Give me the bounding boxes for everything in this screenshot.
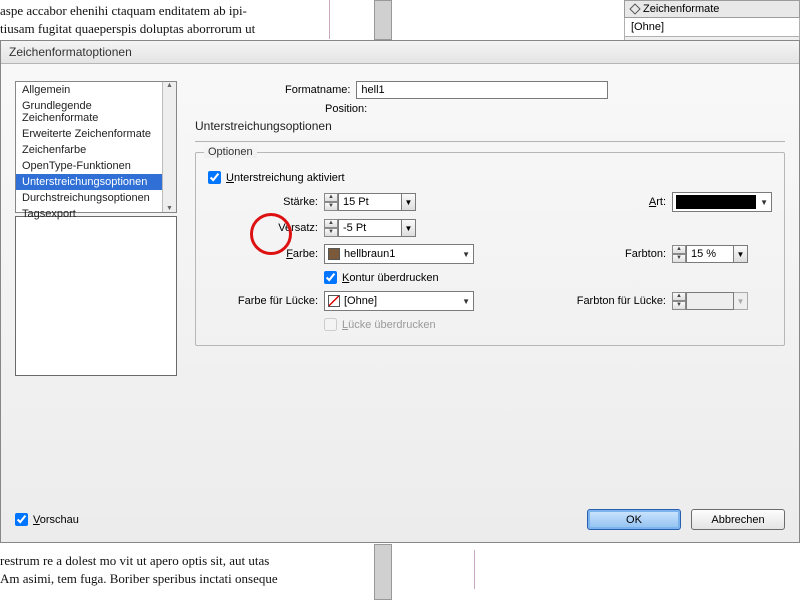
farbton-input[interactable]: [686, 245, 734, 263]
dialog-title: Zeichenformatoptionen: [1, 41, 799, 64]
luecke-ueberdrucken-row: Lücke überdrucken: [324, 318, 550, 331]
character-style-options-dialog: Zeichenformatoptionen AllgemeinGrundlege…: [0, 40, 800, 543]
position-label: Position:: [325, 103, 367, 115]
category-item[interactable]: Grundlegende Zeichenformate: [16, 98, 176, 126]
activate-underline-checkbox-row[interactable]: Unterstreichung aktiviert: [208, 171, 772, 184]
dropdown-arrow-icon[interactable]: ▼: [734, 245, 748, 263]
category-item[interactable]: Tagsexport: [16, 206, 176, 222]
farbe-value: hellbraun1: [344, 248, 395, 260]
luecke-ueberdrucken-label: ücke überdrucken: [348, 319, 435, 331]
spin-down-icon: ▼: [672, 301, 686, 310]
spin-up-icon: ▲: [672, 292, 686, 301]
farbe-key: F: [286, 248, 293, 260]
vorschau-checkbox-row[interactable]: Vorschau: [15, 513, 79, 526]
category-list[interactable]: AllgemeinGrundlegende ZeichenformateErwe…: [15, 81, 177, 213]
activate-underline-checkbox[interactable]: [208, 171, 221, 184]
activate-key: U: [226, 172, 234, 184]
ok-button[interactable]: OK: [587, 509, 681, 530]
divider: [195, 141, 785, 142]
formatname-input[interactable]: [356, 81, 608, 99]
vertical-ruler-bottom: [374, 544, 392, 600]
category-item[interactable]: Unterstreichungsoptionen: [16, 174, 176, 190]
farbton-label: Farbton:: [556, 248, 666, 260]
kontur-checkbox-row[interactable]: Kontur überdrucken: [324, 271, 550, 284]
activate-label: nterstreichung aktiviert: [234, 172, 345, 184]
farbe-label: arbe:: [293, 248, 318, 260]
staerke-field[interactable]: ▲▼ ▼: [324, 193, 474, 211]
versatz-input[interactable]: [338, 219, 402, 237]
category-item[interactable]: OpenType-Funktionen: [16, 158, 176, 174]
vorschau-checkbox[interactable]: [15, 513, 28, 526]
versatz-label: Versatz:: [208, 222, 318, 234]
luecke-farbton-input: [686, 292, 734, 310]
dropdown-arrow-icon[interactable]: ▼: [402, 219, 416, 237]
stroke-style-swatch: [676, 195, 756, 209]
luecke-farbton-field: ▲▼ ▼: [672, 292, 772, 310]
cancel-button[interactable]: Abbrechen: [691, 509, 785, 530]
dropdown-arrow-icon: ▼: [734, 292, 748, 310]
category-item[interactable]: Zeichenfarbe: [16, 142, 176, 158]
art-combo[interactable]: ▼: [672, 192, 772, 212]
luecke-farbton-label: Farbton für Lücke:: [556, 295, 666, 307]
chevron-down-icon: ▼: [760, 198, 768, 207]
kontur-checkbox[interactable]: [324, 271, 337, 284]
style-none-row[interactable]: [Ohne]: [624, 18, 800, 37]
kontur-label: ontur überdrucken: [349, 272, 438, 284]
vorschau-key: V: [33, 514, 40, 526]
chevron-down-icon: ▼: [462, 297, 470, 306]
farbe-combo[interactable]: hellbraun1 ▼: [324, 244, 474, 264]
document-text-top: aspe accabor ehenihi ctaquam enditatem a…: [0, 0, 330, 39]
luecke-farbe-combo[interactable]: [Ohne] ▼: [324, 291, 474, 311]
category-item[interactable]: Allgemein: [16, 82, 176, 98]
none-swatch-icon: [328, 295, 340, 307]
luecke-farbe-value: [Ohne]: [344, 295, 377, 307]
category-item[interactable]: Erweiterte Zeichenformate: [16, 126, 176, 142]
dropdown-arrow-icon[interactable]: ▼: [402, 193, 416, 211]
staerke-input[interactable]: [338, 193, 402, 211]
staerke-label: Stärke:: [208, 196, 318, 208]
luecke-ueberdrucken-checkbox: [324, 318, 337, 331]
color-swatch-icon: [328, 248, 340, 260]
preview-box: [15, 216, 177, 376]
fieldset-legend: Optionen: [204, 146, 257, 158]
document-text-bottom: restrum re a dolest mo vit ut apero opti…: [0, 550, 475, 589]
options-fieldset: Optionen Unterstreichung aktiviert Stärk…: [195, 152, 785, 346]
formatname-label: Formatname:: [285, 84, 350, 96]
vorschau-label: orschau: [40, 514, 79, 526]
diamond-icon: [629, 3, 640, 14]
spin-down-icon[interactable]: ▼: [324, 228, 338, 237]
spin-down-icon[interactable]: ▼: [324, 202, 338, 211]
category-item[interactable]: Durchstreichungsoptionen: [16, 190, 176, 206]
spin-up-icon[interactable]: ▲: [324, 219, 338, 228]
spin-up-icon[interactable]: ▲: [672, 245, 686, 254]
spin-down-icon[interactable]: ▼: [672, 254, 686, 263]
scrollbar[interactable]: [162, 82, 176, 212]
farbton-field[interactable]: ▲▼ ▼: [672, 245, 772, 263]
section-heading: Unterstreichungsoptionen: [195, 119, 785, 133]
art-label: rt:: [656, 196, 666, 208]
spin-up-icon[interactable]: ▲: [324, 193, 338, 202]
panel-title: Zeichenformate: [643, 3, 719, 15]
versatz-field[interactable]: ▲▼ ▼: [324, 219, 474, 237]
luecke-farbe-label: Farbe für Lücke:: [208, 295, 318, 307]
vertical-ruler: [374, 0, 392, 40]
panel-tab[interactable]: Zeichenformate: [624, 0, 800, 18]
chevron-down-icon: ▼: [462, 250, 470, 259]
